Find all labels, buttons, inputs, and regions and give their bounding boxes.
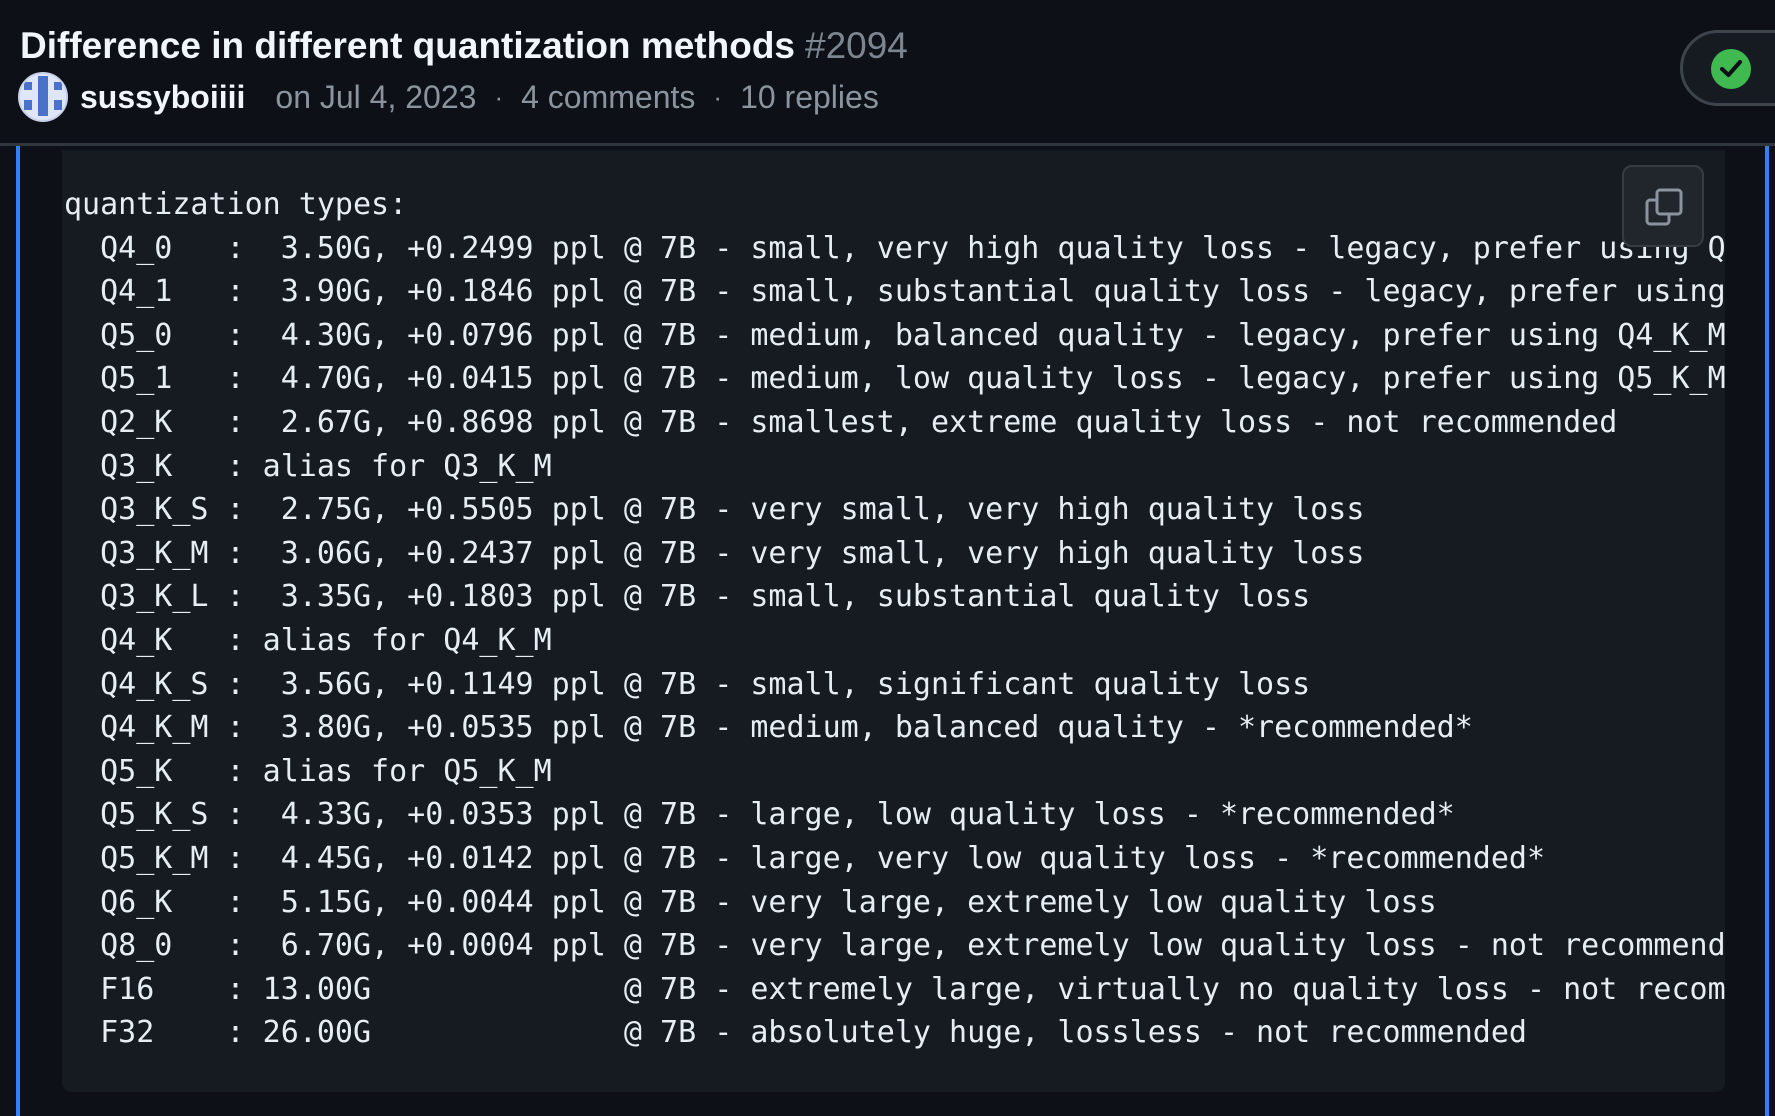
- post-date: on Jul 4, 2023: [275, 78, 477, 115]
- replies-count: 10 replies: [740, 78, 879, 115]
- comment-left-border: [16, 146, 20, 1116]
- code-line: Q5_1 : 4.70G, +0.0415 ppl @ 7B - medium,…: [64, 361, 1725, 397]
- discussion-number: #2094: [805, 25, 908, 66]
- code-line: Q3_K_M : 3.06G, +0.2437 ppl @ 7B - very …: [64, 535, 1365, 571]
- code-line: Q3_K_S : 2.75G, +0.5505 ppl @ 7B - very …: [64, 492, 1365, 528]
- code-content: quantization types: Q4_0 : 3.50G, +0.249…: [64, 183, 1725, 1055]
- code-line: quantization types:: [64, 187, 408, 222]
- code-line: F32 : 26.00G @ 7B - absolutely huge, los…: [64, 1015, 1527, 1051]
- code-line: Q4_K_M : 3.80G, +0.0535 ppl @ 7B - mediu…: [64, 710, 1473, 746]
- code-line: Q5_K : alias for Q5_K_M: [64, 753, 552, 789]
- check-circle-icon: [1711, 49, 1751, 89]
- code-line: Q4_K : alias for Q4_K_M: [64, 622, 552, 658]
- comment-right-border: [1765, 146, 1769, 1116]
- code-line: Q5_0 : 4.30G, +0.0796 ppl @ 7B - medium,…: [64, 317, 1725, 353]
- code-line: Q6_K : 5.15G, +0.0044 ppl @ 7B - very la…: [64, 884, 1437, 920]
- discussion-meta: sussyboiiii on Jul 4, 2023 · 4 comments …: [18, 70, 879, 124]
- meta-separator: ·: [494, 81, 504, 112]
- code-block: quantization types: Q4_0 : 3.50G, +0.249…: [62, 150, 1725, 1092]
- code-line: Q5_K_M : 4.45G, +0.0142 ppl @ 7B - large…: [64, 840, 1546, 876]
- copy-code-button[interactable]: [1622, 165, 1704, 247]
- code-line: Q3_K : alias for Q3_K_M: [64, 448, 552, 484]
- comments-count: 4 comments: [521, 78, 696, 115]
- code-line: Q5_K_S : 4.33G, +0.0353 ppl @ 7B - large…: [64, 797, 1455, 833]
- code-line: Q4_K_S : 3.56G, +0.1149 ppl @ 7B - small…: [64, 666, 1311, 702]
- code-line: Q4_1 : 3.90G, +0.1846 ppl @ 7B - small, …: [64, 274, 1725, 310]
- page-title: Difference in different quantization met…: [20, 22, 908, 70]
- code-line: Q8_0 : 6.70G, +0.0004 ppl @ 7B - very la…: [64, 928, 1725, 964]
- author-username[interactable]: sussyboiiii: [80, 79, 245, 116]
- code-line: Q3_K_L : 3.35G, +0.1803 ppl @ 7B - small…: [64, 579, 1311, 615]
- discussion-header: Difference in different quantization met…: [0, 0, 1775, 146]
- meta-separator: ·: [713, 81, 723, 112]
- code-line: Q4_0 : 3.50G, +0.2499 ppl @ 7B - small, …: [64, 230, 1725, 266]
- code-line: Q2_K : 2.67G, +0.8698 ppl @ 7B - smalles…: [64, 404, 1618, 440]
- avatar[interactable]: [18, 72, 68, 122]
- code-line: F16 : 13.00G @ 7B - extremely large, vir…: [64, 971, 1725, 1007]
- answered-status-badge[interactable]: [1680, 30, 1775, 106]
- copy-icon: [1645, 188, 1683, 226]
- discussion-title: Difference in different quantization met…: [20, 25, 795, 66]
